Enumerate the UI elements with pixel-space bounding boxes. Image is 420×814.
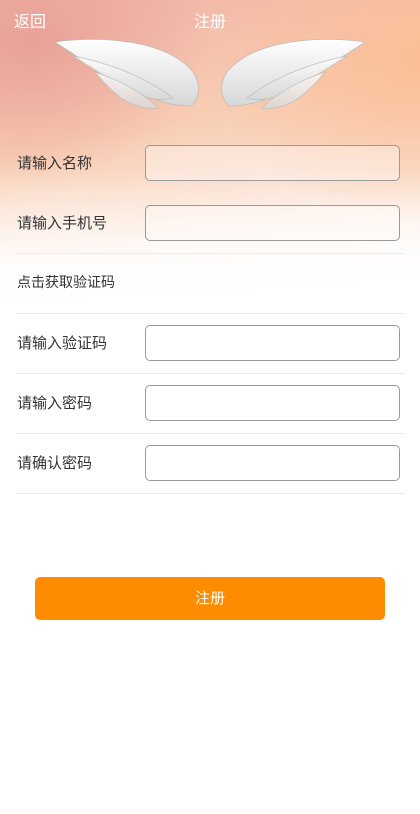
confirm-password-input[interactable] — [145, 445, 400, 481]
code-row: 请输入验证码 — [16, 314, 404, 374]
code-label: 请输入验证码 — [17, 334, 108, 352]
confirm-password-label: 请确认密码 — [17, 454, 93, 472]
name-label: 请输入名称 — [17, 154, 93, 172]
register-button[interactable]: 注册 — [35, 577, 385, 620]
confirm-password-row: 请确认密码 — [16, 434, 404, 494]
angel-wings-icon — [55, 39, 365, 109]
name-row: 请输入名称 — [16, 134, 404, 194]
get-code-row[interactable]: 点击获取验证码 — [16, 254, 404, 314]
register-form: 请输入名称 请输入手机号 点击获取验证码 请输入验证码 请输入密码 请确认密码 — [0, 134, 420, 494]
phone-label: 请输入手机号 — [17, 214, 108, 232]
page-title: 注册 — [193, 12, 226, 31]
phone-row: 请输入手机号 — [16, 194, 404, 254]
name-input[interactable] — [145, 145, 400, 181]
get-code-link[interactable]: 点击获取验证码 — [17, 254, 115, 313]
code-input[interactable] — [145, 325, 400, 361]
phone-input[interactable] — [145, 205, 400, 241]
password-row: 请输入密码 — [16, 374, 404, 434]
nav-bar: 返回 注册 — [0, 0, 420, 36]
password-input[interactable] — [145, 385, 400, 421]
password-label: 请输入密码 — [17, 394, 93, 412]
